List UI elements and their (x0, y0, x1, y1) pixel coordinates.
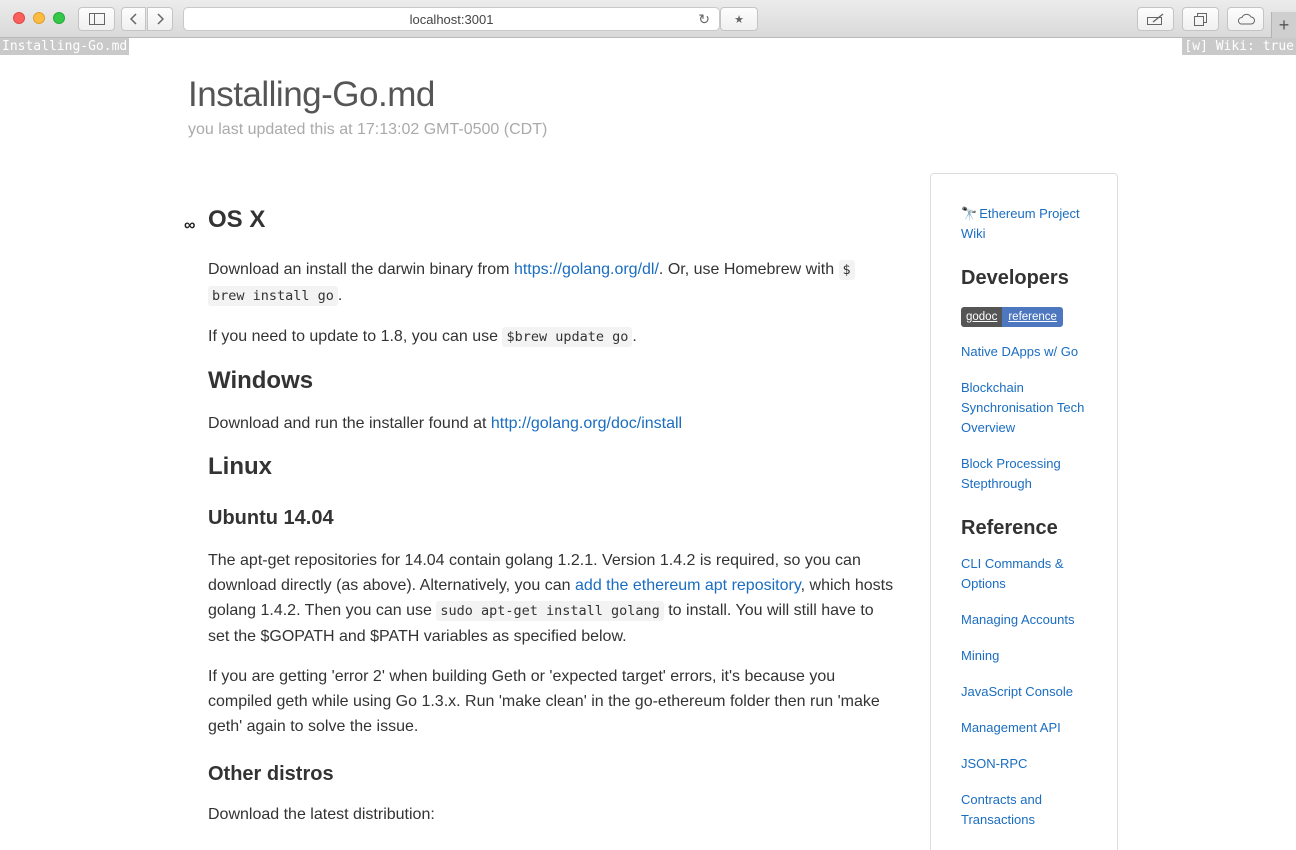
sidebar-link-javascript-console[interactable]: JavaScript Console (961, 682, 1101, 702)
page-subtitle: you last updated this at 17:13:02 GMT-05… (188, 121, 548, 138)
inline-code: $ (838, 260, 855, 280)
text: . Or, use Homebrew with (658, 261, 839, 278)
golang-install-link[interactable]: http://golang.org/doc/install (491, 415, 682, 432)
sidebar-icon (88, 13, 105, 25)
sidebar-link-block-processing[interactable]: Block Processing Stepthrough (961, 454, 1101, 494)
ethereum-wiki-link[interactable]: 🔭 Ethereum Project Wiki (961, 204, 1101, 244)
osx-paragraph-1: Download an install the darwin binary fr… (208, 257, 898, 309)
text: . (337, 287, 343, 304)
text: Download an install the darwin binary fr… (208, 261, 514, 278)
favorites-button[interactable]: ★ (720, 7, 758, 31)
sidebar-link-cli-commands[interactable]: CLI Commands & Options (961, 554, 1101, 594)
text: . (632, 328, 637, 345)
text: If you need to update to 1.8, you can us… (208, 328, 503, 345)
minimize-window-button[interactable] (33, 12, 45, 24)
new-tab-button[interactable]: + (1271, 12, 1296, 38)
windows-paragraph: Download and run the installer found at … (208, 411, 898, 436)
forward-button[interactable] (147, 7, 173, 31)
url-text: localhost:3001 (409, 11, 494, 27)
other-distros-paragraph: Download the latest distribution: (208, 806, 435, 823)
badge-right: reference (1002, 307, 1063, 327)
address-bar[interactable]: localhost:3001 ↻ (183, 7, 720, 31)
badge-left: godoc (961, 307, 1003, 327)
link-icon[interactable]: ∞ (184, 211, 195, 241)
close-window-button[interactable] (13, 12, 25, 24)
sidebar-link-mining[interactable]: Mining (961, 646, 1101, 666)
heading-osx-text: OS X (208, 206, 266, 233)
text: Download and run the installer found at (208, 415, 491, 432)
show-tabs-button[interactable] (1182, 7, 1219, 31)
golang-dl-link[interactable]: https://golang.org/dl/ (514, 261, 659, 278)
status-right: [w] Wiki: true (1182, 38, 1296, 55)
page-title: Installing-Go.md (188, 75, 435, 114)
icloud-tabs-button[interactable] (1227, 7, 1264, 31)
ubuntu-paragraph-2: If you are getting 'error 2' when buildi… (208, 668, 880, 735)
share-button[interactable] (1137, 7, 1174, 31)
sidebar-link-managing-accounts[interactable]: Managing Accounts (961, 610, 1101, 630)
heading-windows: Windows (208, 367, 314, 394)
ubuntu-paragraph-1: The apt-get repositories for 14.04 conta… (208, 548, 898, 649)
pen-icon (1146, 13, 1163, 25)
osx-paragraph-2: If you need to update to 1.8, you can us… (208, 324, 898, 350)
chevron-right-icon (157, 13, 164, 25)
status-left: Installing-Go.md (0, 38, 130, 55)
sidebar-link-json-rpc[interactable]: JSON-RPC (961, 754, 1101, 774)
reference-heading: Reference (961, 517, 1058, 539)
sidebar-link-blockchain-sync[interactable]: Blockchain Synchronisation Tech Overview (961, 378, 1101, 438)
inline-code: brew install go (208, 286, 338, 306)
telescope-icon: 🔭 (961, 206, 978, 221)
ethereum-apt-repo-link[interactable]: add the ethereum apt repository (575, 577, 801, 594)
heading-other-distros: Other distros (208, 763, 334, 785)
back-button[interactable] (121, 7, 146, 31)
developers-heading: Developers (961, 267, 1069, 289)
sidebar-link-native-dapps[interactable]: Native DApps w/ Go (961, 342, 1101, 362)
chevron-left-icon (129, 13, 137, 25)
star-icon: ★ (734, 13, 744, 26)
inline-code: $brew update go (502, 327, 633, 347)
browser-titlebar: localhost:3001 ↻ ★ + (0, 0, 1296, 38)
sidebar-link-management-api[interactable]: Management API (961, 718, 1101, 738)
wiki-sidebar: 🔭 Ethereum Project Wiki Developers godoc r… (930, 173, 1118, 850)
reload-icon[interactable]: ↻ (698, 11, 710, 28)
heading-osx: ∞ OS X (184, 205, 898, 235)
inline-code: sudo apt-get install golang (436, 601, 664, 621)
maximize-window-button[interactable] (53, 12, 65, 24)
heading-ubuntu: Ubuntu 14.04 (208, 507, 334, 529)
sidebar-link-contracts[interactable]: Contracts and Transactions (961, 790, 1101, 830)
godoc-badge[interactable]: godoc reference (961, 307, 1063, 327)
ethereum-wiki-link-text: Ethereum Project Wiki (961, 206, 1080, 241)
tabs-icon (1194, 12, 1207, 26)
article-content: ∞ OS X Download an install the darwin bi… (184, 205, 898, 827)
cloud-icon (1237, 13, 1255, 25)
sidebar-toggle-button[interactable] (78, 7, 115, 31)
heading-linux: Linux (208, 453, 272, 480)
